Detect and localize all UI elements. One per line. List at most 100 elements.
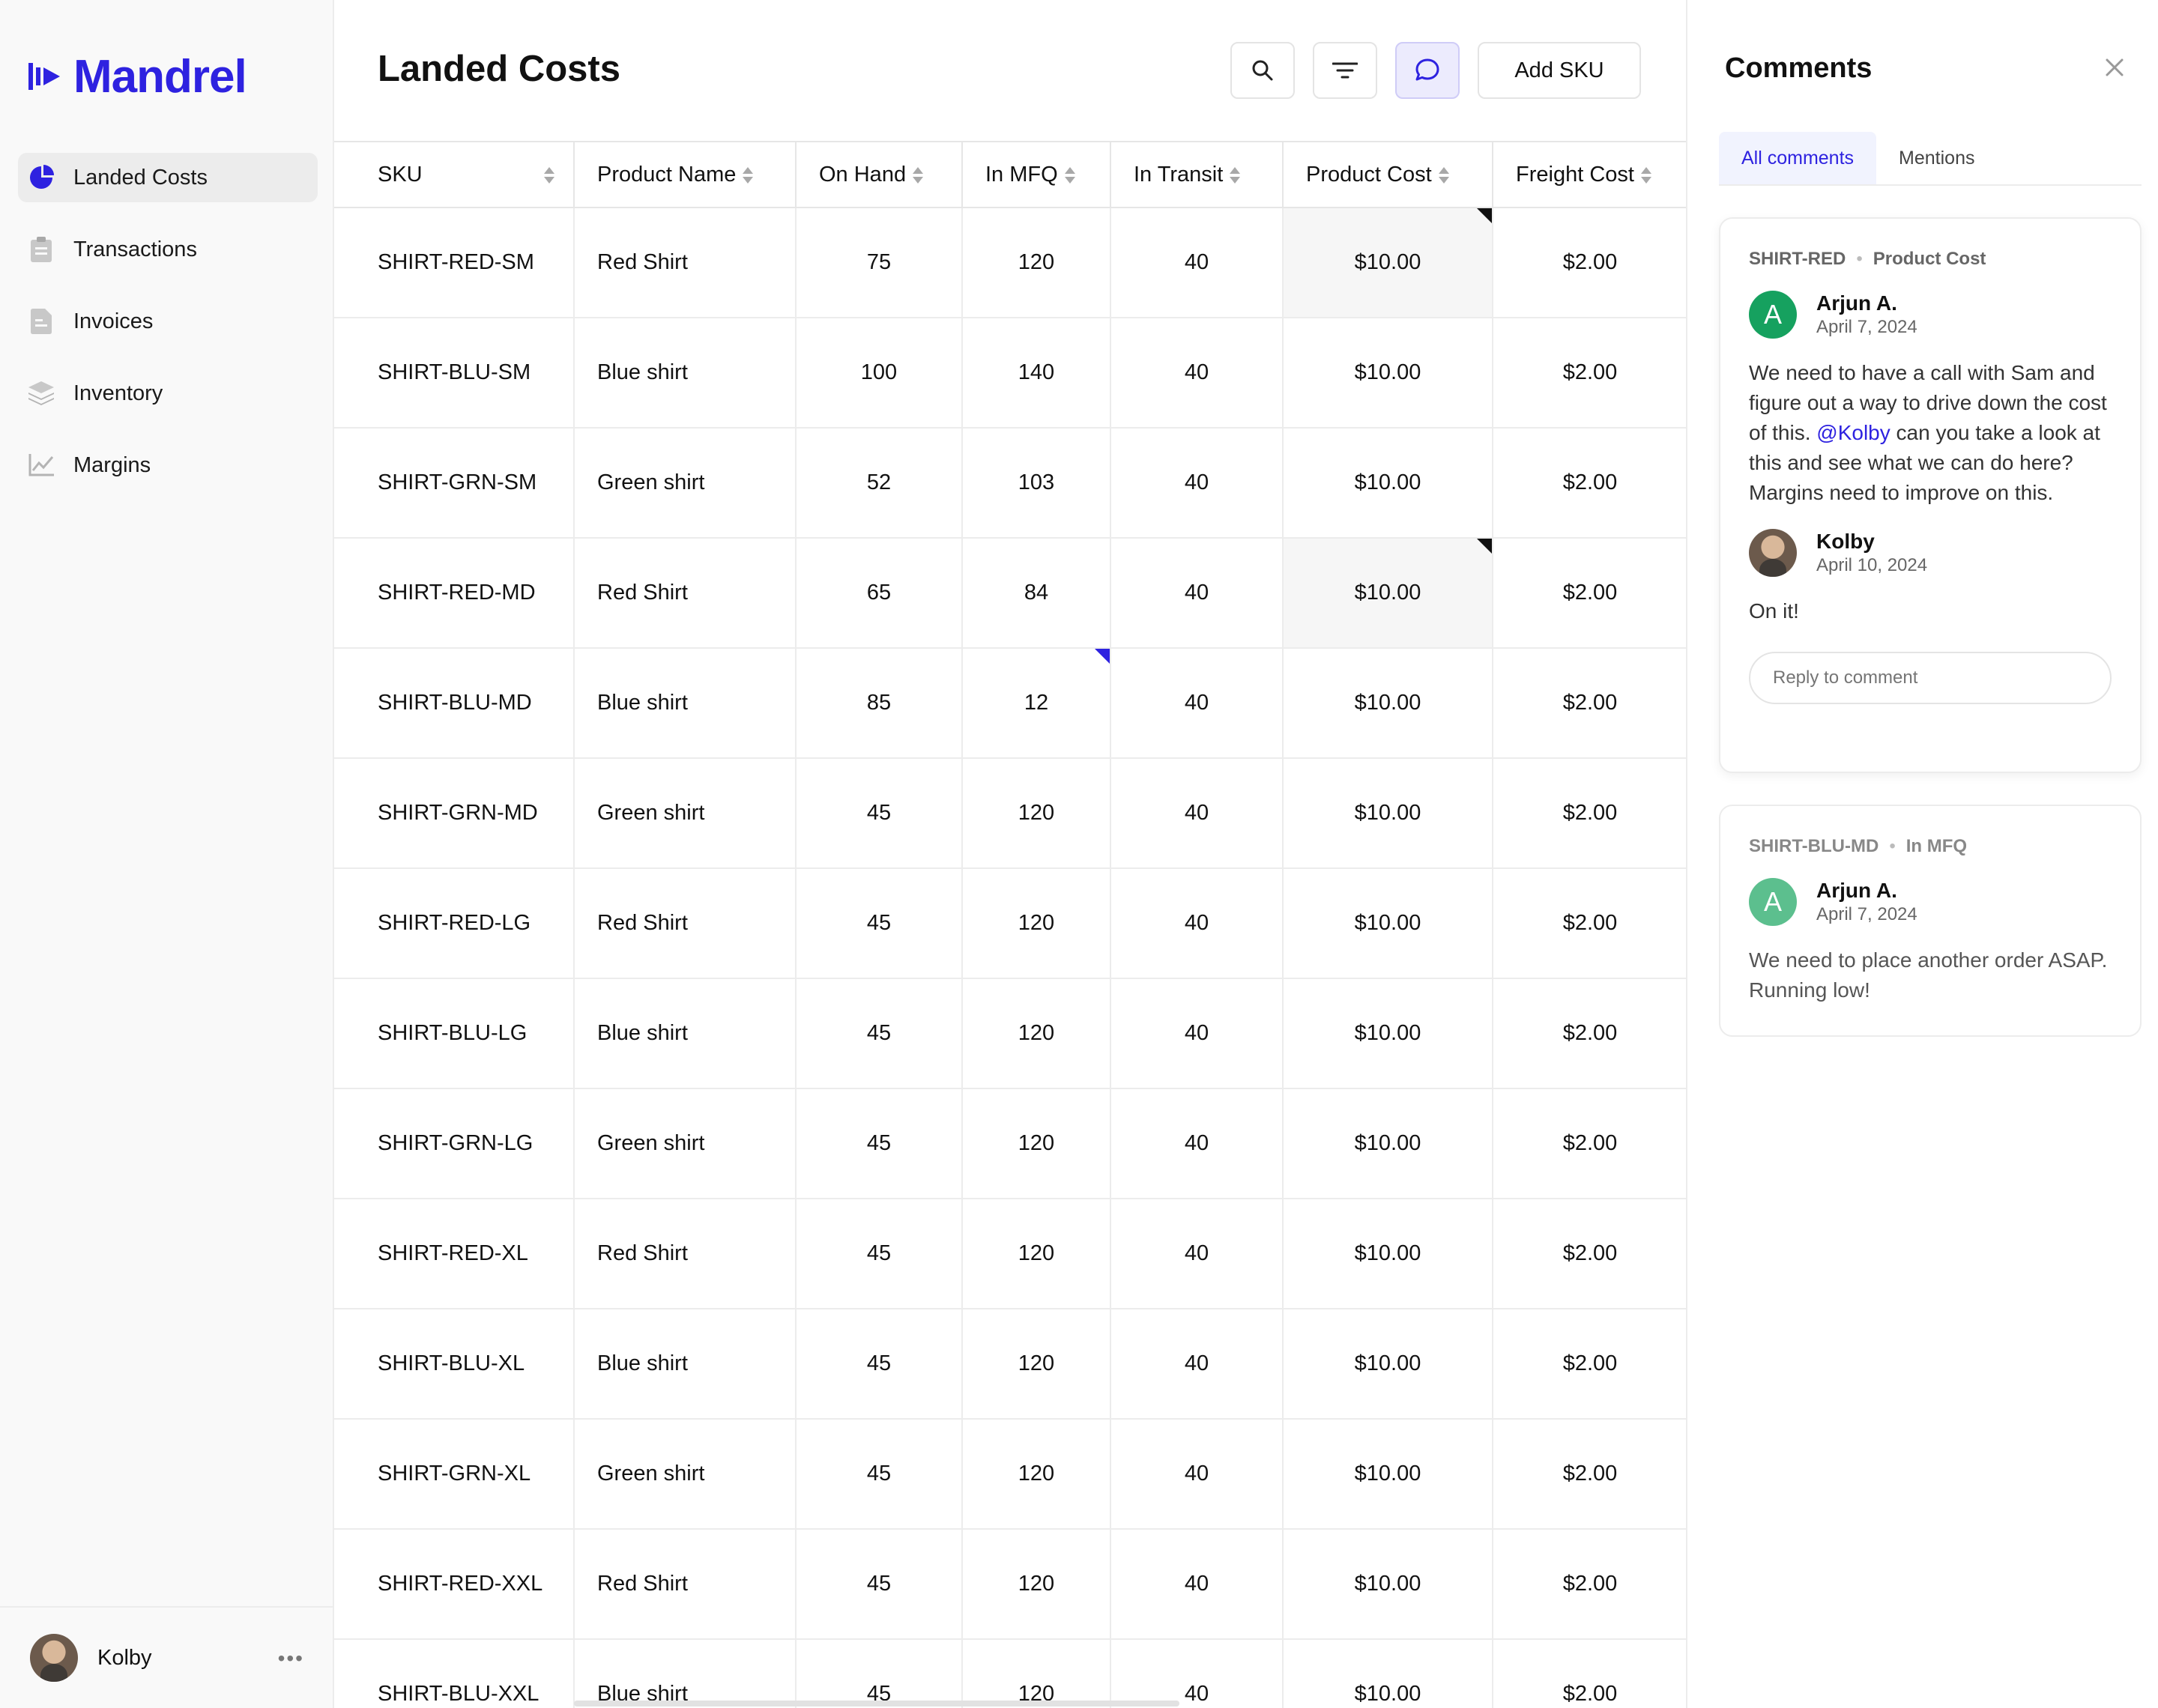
cell-on-hand[interactable]: 45 xyxy=(796,1088,963,1199)
cell-freight-cost[interactable]: $2.00 xyxy=(1493,868,1686,979)
cell-freight-cost[interactable]: $2.00 xyxy=(1493,978,1686,1089)
cell-in-mfq[interactable]: 120 xyxy=(962,1639,1111,1708)
sort-icon[interactable] xyxy=(1438,166,1450,185)
cell-freight-cost[interactable]: $2.00 xyxy=(1493,648,1686,759)
cell-in-transit[interactable]: 40 xyxy=(1110,758,1284,869)
cell-in-mfq[interactable]: 120 xyxy=(962,978,1111,1089)
column-header-product-name[interactable]: Product Name xyxy=(574,141,797,208)
cell-on-hand[interactable]: 45 xyxy=(796,1419,963,1530)
table-row[interactable]: SHIRT-BLU-MD Blue shirt 85 12 40 $10.00 $2.00 xyxy=(334,648,1686,759)
sidebar-item-landed-costs[interactable]: Landed Costs xyxy=(18,153,318,202)
cell-on-hand[interactable]: 75 xyxy=(796,208,963,318)
table-row[interactable]: SHIRT-RED-XXL Red Shirt 45 120 40 $10.00 $2.00 xyxy=(334,1529,1686,1640)
sidebar-item-invoices[interactable]: Invoices xyxy=(18,297,318,346)
add-sku-button[interactable]: Add SKU xyxy=(1478,42,1641,99)
cell-product-name[interactable]: Blue shirt xyxy=(574,318,797,428)
cell-freight-cost[interactable]: $2.00 xyxy=(1493,1088,1686,1199)
cell-in-mfq[interactable]: 120 xyxy=(962,758,1111,869)
cell-product-cost[interactable]: $10.00 xyxy=(1283,318,1493,428)
cell-freight-cost[interactable]: $2.00 xyxy=(1493,1529,1686,1640)
comments-toggle-button[interactable] xyxy=(1395,42,1460,99)
table-row[interactable]: SHIRT-GRN-MD Green shirt 45 120 40 $10.00 $2.0… xyxy=(334,758,1686,869)
cell-on-hand[interactable]: 45 xyxy=(796,758,963,869)
cell-on-hand[interactable]: 52 xyxy=(796,428,963,539)
cell-product-name[interactable]: Blue shirt xyxy=(574,648,797,759)
brand[interactable]: Mandrel xyxy=(28,46,247,106)
cell-sku[interactable]: SHIRT-BLU-MD xyxy=(334,648,575,759)
cell-product-name[interactable]: Red Shirt xyxy=(574,868,797,979)
more-options-icon[interactable]: ••• xyxy=(278,1647,304,1671)
cell-product-name[interactable]: Green shirt xyxy=(574,428,797,539)
cell-on-hand[interactable]: 85 xyxy=(796,648,963,759)
cell-product-cost[interactable]: $10.00 xyxy=(1283,208,1493,318)
table-row[interactable]: SHIRT-BLU-LG Blue shirt 45 120 40 $10.00 $2.00 xyxy=(334,978,1686,1089)
cell-in-mfq[interactable]: 120 xyxy=(962,1199,1111,1309)
cell-on-hand[interactable]: 65 xyxy=(796,538,963,649)
cell-freight-cost[interactable]: $2.00 xyxy=(1493,758,1686,869)
horizontal-scrollbar[interactable] xyxy=(574,1701,1179,1707)
table-row[interactable]: SHIRT-GRN-LG Green shirt 45 120 40 $10.00 $2.0… xyxy=(334,1088,1686,1199)
cell-freight-cost[interactable]: $2.00 xyxy=(1493,538,1686,649)
cell-product-name[interactable]: Red Shirt xyxy=(574,1199,797,1309)
cell-product-cost[interactable]: $10.00 xyxy=(1283,1529,1493,1640)
comment-indicator-icon[interactable] xyxy=(1477,539,1492,554)
cell-on-hand[interactable]: 100 xyxy=(796,318,963,428)
cell-sku[interactable]: SHIRT-RED-XXL xyxy=(334,1529,575,1640)
cell-sku[interactable]: SHIRT-RED-SM xyxy=(334,208,575,318)
cell-on-hand[interactable]: 45 xyxy=(796,1309,963,1420)
cell-on-hand[interactable]: 45 xyxy=(796,1199,963,1309)
sidebar-item-margins[interactable]: Margins xyxy=(18,440,318,490)
cell-product-name[interactable]: Green shirt xyxy=(574,1419,797,1530)
cell-in-mfq[interactable]: 120 xyxy=(962,208,1111,318)
cell-on-hand[interactable]: 45 xyxy=(796,1639,963,1708)
cell-in-transit[interactable]: 40 xyxy=(1110,1199,1284,1309)
cell-freight-cost[interactable]: $2.00 xyxy=(1493,318,1686,428)
table-row[interactable]: SHIRT-GRN-SM Green shirt 52 103 40 $10.00 $2.0… xyxy=(334,428,1686,539)
cell-in-transit[interactable]: 40 xyxy=(1110,428,1284,539)
cell-product-name[interactable]: Blue shirt xyxy=(574,1309,797,1420)
cell-product-cost[interactable]: $10.00 xyxy=(1283,868,1493,979)
cell-in-transit[interactable]: 40 xyxy=(1110,208,1284,318)
column-header-product-cost[interactable]: Product Cost xyxy=(1283,141,1493,208)
cell-product-name[interactable]: Green shirt xyxy=(574,758,797,869)
cell-product-cost[interactable]: $10.00 xyxy=(1283,648,1493,759)
cell-in-mfq[interactable]: 120 xyxy=(962,1529,1111,1640)
tab-all-comments[interactable]: All comments xyxy=(1719,132,1877,184)
cell-sku[interactable]: SHIRT-RED-LG xyxy=(334,868,575,979)
cell-product-name[interactable]: Red Shirt xyxy=(574,208,797,318)
cell-on-hand[interactable]: 45 xyxy=(796,868,963,979)
cell-product-cost[interactable]: $10.00 xyxy=(1283,1639,1493,1708)
sort-icon[interactable] xyxy=(742,166,754,185)
table-row[interactable]: SHIRT-BLU-XXL Blue shirt 45 120 40 $10.00 $2.0… xyxy=(334,1639,1686,1708)
cell-product-cost[interactable]: $10.00 xyxy=(1283,1199,1493,1309)
cell-in-transit[interactable]: 40 xyxy=(1110,1309,1284,1420)
cell-sku[interactable]: SHIRT-BLU-XL xyxy=(334,1309,575,1420)
cell-in-mfq[interactable]: 12 xyxy=(962,648,1111,759)
column-header-freight-cost[interactable]: Freight Cost xyxy=(1493,141,1686,208)
comment-thread[interactable]: SHIRT-RED • Product Cost A Arjun A. Apri… xyxy=(1719,217,2142,773)
cell-in-transit[interactable]: 40 xyxy=(1110,538,1284,649)
comment-indicator-icon[interactable] xyxy=(1477,208,1492,223)
sidebar-item-inventory[interactable]: Inventory xyxy=(18,369,318,418)
cell-product-cost[interactable]: $10.00 xyxy=(1283,1088,1493,1199)
column-header-sku[interactable]: SKU xyxy=(334,141,575,208)
cell-in-mfq[interactable]: 140 xyxy=(962,318,1111,428)
table-row[interactable]: SHIRT-GRN-XL Green shirt 45 120 40 $10.00 $2.0… xyxy=(334,1419,1686,1530)
column-header-in-transit[interactable]: In Transit xyxy=(1110,141,1284,208)
column-header-in-mfq[interactable]: In MFQ xyxy=(962,141,1111,208)
sort-icon[interactable] xyxy=(1229,166,1241,185)
cell-in-transit[interactable]: 40 xyxy=(1110,1639,1284,1708)
cell-sku[interactable]: SHIRT-RED-MD xyxy=(334,538,575,649)
table-row[interactable]: SHIRT-BLU-XL Blue shirt 45 120 40 $10.00 $2.00 xyxy=(334,1309,1686,1420)
cell-sku[interactable]: SHIRT-BLU-SM xyxy=(334,318,575,428)
search-button[interactable] xyxy=(1230,42,1295,99)
cell-product-cost[interactable]: $10.00 xyxy=(1283,978,1493,1089)
cell-in-mfq[interactable]: 120 xyxy=(962,868,1111,979)
cell-in-transit[interactable]: 40 xyxy=(1110,318,1284,428)
cell-product-cost[interactable]: $10.00 xyxy=(1283,1419,1493,1530)
cell-in-transit[interactable]: 40 xyxy=(1110,1088,1284,1199)
cell-freight-cost[interactable]: $2.00 xyxy=(1493,208,1686,318)
cell-in-mfq[interactable]: 120 xyxy=(962,1088,1111,1199)
cell-in-mfq[interactable]: 84 xyxy=(962,538,1111,649)
cell-in-transit[interactable]: 40 xyxy=(1110,868,1284,979)
